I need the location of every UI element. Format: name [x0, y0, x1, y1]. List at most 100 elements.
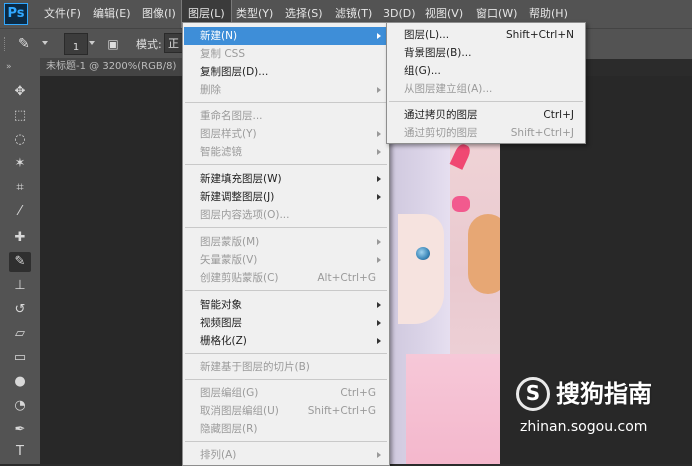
gradient-tool-icon[interactable]: ▭ [9, 348, 31, 368]
mode-select[interactable]: 正 [164, 33, 184, 53]
submenu-arrow-icon [377, 302, 381, 308]
shortcut-text: Shift+Ctrl+J [510, 127, 574, 139]
menu-item-duplicate-layer[interactable]: 复制图层(D)... [200, 63, 268, 81]
document-tab[interactable]: 未标题-1 @ 3200%(RGB/8) [40, 58, 188, 76]
brush-panel-icon[interactable]: ▣ [104, 35, 122, 53]
menu-separator [185, 227, 387, 228]
menu-separator [185, 379, 387, 380]
menu-item-layer-mask[interactable]: 图层蒙版(M) [200, 233, 259, 251]
submenu-item-group-from-layers[interactable]: 从图层建立组(A)... [404, 80, 492, 98]
shortcut-text: Alt+Ctrl+G [317, 272, 376, 284]
crop-tool-icon[interactable]: ⌗ [9, 178, 31, 198]
shortcut-text: Ctrl+G [340, 387, 376, 399]
menu-separator [185, 102, 387, 103]
new-submenu: 图层(L)... Shift+Ctrl+N 背景图层(B)... 组(G)...… [386, 22, 586, 144]
submenu-arrow-icon [377, 131, 381, 137]
menu-image[interactable]: 图像(I) [142, 0, 176, 28]
submenu-arrow-icon [377, 320, 381, 326]
menu-file[interactable]: 文件(F) [44, 0, 81, 28]
image-ear-accessory [449, 144, 473, 170]
image-background-detail [468, 214, 500, 294]
tool-preset-chevron-down-icon[interactable] [42, 41, 48, 45]
submenu-item-background-layer[interactable]: 背景图层(B)... [404, 44, 471, 62]
tools-panel: » ✥ ⬚ ◌ ✶ ⌗ ⁄ ✚ ✎ ⊥ ↺ ▱ ▭ ● ◔ ✒ T [0, 58, 40, 464]
menu-item-delete[interactable]: 删除 [200, 81, 221, 99]
shortcut-text: Ctrl+J [543, 109, 574, 121]
submenu-arrow-icon [377, 87, 381, 93]
menu-item-smart-object[interactable]: 智能对象 [200, 296, 242, 314]
brush-tool-selected-icon[interactable]: ✎ [9, 252, 31, 272]
menu-item-create-clipping-mask[interactable]: 创建剪贴蒙版(C) Alt+Ctrl+G [200, 269, 376, 287]
brush-picker-chevron-down-icon[interactable] [89, 41, 95, 45]
menu-item-hide-layers[interactable]: 隐藏图层(R) [200, 420, 258, 438]
menu-item-vector-mask[interactable]: 矢量蒙版(V) [200, 251, 257, 269]
menu-item-label: 创建剪贴蒙版(C) [200, 272, 279, 284]
watermark-brand: 搜狗指南 [556, 380, 652, 408]
submenu-arrow-icon [377, 33, 381, 39]
sogou-logo: S [516, 377, 550, 411]
menu-item-label: 通过拷贝的图层 [404, 109, 478, 121]
submenu-arrow-icon [377, 452, 381, 458]
magic-wand-tool-icon[interactable]: ✶ [9, 154, 31, 174]
sogou-watermark: S 搜狗指南 zhinan.sogou.com [516, 375, 688, 445]
menu-item-group-layers[interactable]: 图层编组(G) Ctrl+G [200, 384, 376, 402]
submenu-item-layer[interactable]: 图层(L)... Shift+Ctrl+N [404, 26, 574, 44]
menu-item-new-fill-layer[interactable]: 新建填充图层(W) [200, 170, 282, 188]
blur-tool-icon[interactable]: ● [9, 372, 31, 392]
brush-size-picker[interactable]: 1 [64, 33, 88, 55]
menu-item-layer-style[interactable]: 图层样式(Y) [200, 125, 257, 143]
mode-label: 模式: [136, 38, 162, 51]
clone-stamp-tool-icon[interactable]: ⊥ [9, 276, 31, 296]
canvas-image [388, 144, 500, 464]
image-clothing [406, 354, 500, 464]
photoshop-logo: Ps [4, 3, 28, 25]
menu-item-label: 取消图层编组(U) [200, 405, 279, 417]
tools-collapse-icon[interactable]: » [6, 62, 12, 72]
menu-separator [185, 353, 387, 354]
menu-item-rename-layer[interactable]: 重命名图层... [200, 107, 263, 125]
shortcut-text: Shift+Ctrl+N [506, 29, 574, 41]
menu-separator [185, 290, 387, 291]
submenu-arrow-icon [377, 176, 381, 182]
brush-tool-icon[interactable]: ✎ [18, 35, 44, 53]
pen-tool-icon[interactable]: ✒ [9, 420, 31, 440]
shortcut-text: Shift+Ctrl+G [307, 405, 376, 417]
menu-edit[interactable]: 编辑(E) [93, 0, 131, 28]
image-bow [452, 196, 470, 212]
menu-item-smart-filter[interactable]: 智能滤镜 [200, 143, 242, 161]
options-grip [4, 37, 8, 51]
eyedropper-tool-icon[interactable]: ⁄ [9, 202, 31, 222]
submenu-arrow-icon [377, 239, 381, 245]
history-brush-tool-icon[interactable]: ↺ [9, 300, 31, 320]
submenu-arrow-icon [377, 194, 381, 200]
menu-item-new-adjustment-layer[interactable]: 新建调整图层(J) [200, 188, 274, 206]
menu-item-video-layer[interactable]: 视频图层 [200, 314, 242, 332]
menu-separator [185, 441, 387, 442]
type-tool-icon[interactable]: T [9, 442, 31, 462]
watermark-url: zhinan.sogou.com [520, 419, 648, 435]
move-tool-icon[interactable]: ✥ [9, 82, 31, 102]
marquee-tool-icon[interactable]: ⬚ [9, 106, 31, 126]
lasso-tool-icon[interactable]: ◌ [9, 130, 31, 150]
menu-item-arrange[interactable]: 排列(A) [200, 446, 236, 464]
menu-item-layer-content-options[interactable]: 图层内容选项(O)... [200, 206, 289, 224]
menu-item-ungroup-layers[interactable]: 取消图层编组(U) Shift+Ctrl+G [200, 402, 376, 420]
menu-item-label: 图层(L)... [404, 29, 450, 41]
menu-item-label: 通过剪切的图层 [404, 127, 478, 139]
menu-item-copy-css[interactable]: 复制 CSS [200, 45, 245, 63]
menu-separator [185, 164, 387, 165]
submenu-arrow-icon [377, 257, 381, 263]
menu-item-new[interactable]: 新建(N) [200, 27, 237, 45]
layer-menu: 新建(N) 复制 CSS 复制图层(D)... 删除 重命名图层... 图层样式… [182, 22, 390, 466]
submenu-item-layer-via-copy[interactable]: 通过拷贝的图层 Ctrl+J [404, 106, 574, 124]
dodge-tool-icon[interactable]: ◔ [9, 396, 31, 416]
menu-item-new-layer-based-slice[interactable]: 新建基于图层的切片(B) [200, 358, 310, 376]
submenu-item-group[interactable]: 组(G)... [404, 62, 441, 80]
eraser-tool-icon[interactable]: ▱ [9, 324, 31, 344]
menu-separator [389, 101, 583, 102]
submenu-item-layer-via-cut[interactable]: 通过剪切的图层 Shift+Ctrl+J [404, 124, 574, 142]
menu-item-rasterize[interactable]: 栅格化(Z) [200, 332, 247, 350]
submenu-arrow-icon [377, 338, 381, 344]
submenu-arrow-icon [377, 149, 381, 155]
healing-brush-tool-icon[interactable]: ✚ [9, 228, 31, 248]
